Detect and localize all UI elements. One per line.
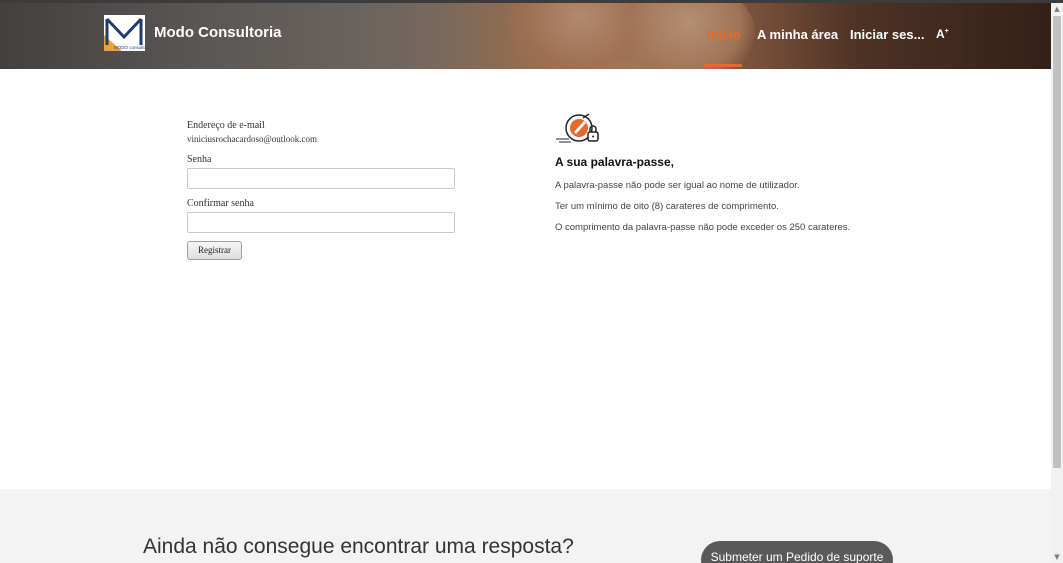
register-button[interactable]: Registrar <box>187 241 242 260</box>
nav-active-indicator <box>704 64 742 67</box>
vertical-scrollbar[interactable]: ▲ ▼ <box>1051 3 1063 563</box>
scroll-down-arrow-icon[interactable]: ▼ <box>1051 551 1063 563</box>
logo[interactable]: MODO consultoria <box>104 15 145 51</box>
font-size-toggle[interactable]: A+ <box>936 27 949 41</box>
svg-text:MODO consultoria: MODO consultoria <box>114 45 145 50</box>
email-value: viniciusrochacardoso@outlook.com <box>187 134 318 144</box>
brand-name[interactable]: Modo Consultoria <box>154 24 282 41</box>
nav-inicio[interactable]: Início <box>707 27 741 42</box>
nav-a-minha-area[interactable]: A minha área <box>757 27 838 42</box>
password-lock-icon <box>556 113 599 143</box>
password-field[interactable] <box>187 168 455 189</box>
font-size-superscript: + <box>944 28 949 35</box>
scroll-thumb[interactable] <box>1053 16 1061 468</box>
logo-mark-icon: MODO consultoria <box>104 15 145 51</box>
email-label: Endereço de e-mail <box>187 120 265 131</box>
password-rule: Ter um mínimo de oito (8) carateres de c… <box>555 201 779 212</box>
nav-iniciar-sessao[interactable]: Iniciar ses... <box>850 27 924 42</box>
page: MODO consultoria Modo Consultoria Início… <box>0 0 1063 563</box>
scroll-up-arrow-icon[interactable]: ▲ <box>1051 3 1063 15</box>
font-size-icon: A <box>936 27 945 41</box>
password-rule: A palavra-passe não pode ser igual ao no… <box>555 180 800 191</box>
submit-support-request-button[interactable]: Submeter um Pedido de suporte <box>701 541 893 563</box>
password-rule: O comprimento da palavra-passe não pode … <box>555 222 851 233</box>
confirm-password-label: Confirmar senha <box>187 198 254 209</box>
password-info-title: A sua palavra-passe, <box>555 155 674 169</box>
password-label: Senha <box>187 154 212 165</box>
confirm-password-field[interactable] <box>187 212 455 233</box>
footer-title: Ainda não consegue encontrar uma respost… <box>143 535 574 558</box>
